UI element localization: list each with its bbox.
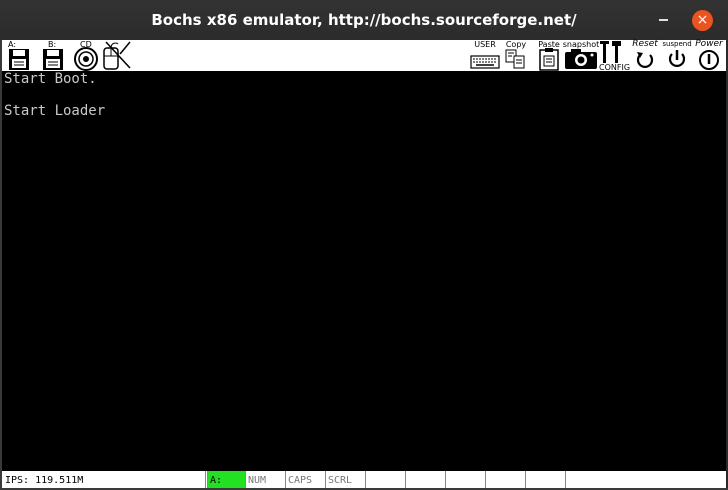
paste-button[interactable]: Paste bbox=[536, 40, 562, 71]
close-button[interactable]: × bbox=[692, 10, 713, 31]
status-cell-empty bbox=[485, 471, 525, 488]
snapshot-button[interactable]: snapshot bbox=[562, 40, 600, 71]
copy-icon bbox=[505, 49, 525, 69]
paste-icon bbox=[539, 48, 559, 71]
mouse-icon bbox=[103, 41, 131, 70]
floppy-a-button[interactable]: A: bbox=[6, 40, 32, 71]
console-line-3: Start Loader bbox=[4, 103, 106, 119]
status-cell-empty bbox=[365, 471, 405, 488]
bochs-toolbar: A: B: CD USER Copy Paste snapshot CONFIG… bbox=[2, 40, 726, 72]
minimize-button[interactable] bbox=[659, 19, 668, 21]
cdrom-icon bbox=[74, 47, 98, 71]
floppy-b-button[interactable]: B: bbox=[40, 40, 66, 71]
reset-icon bbox=[636, 52, 654, 68]
config-button[interactable]: CONFIG bbox=[599, 40, 630, 72]
power-icon bbox=[699, 50, 719, 70]
camera-icon bbox=[565, 49, 597, 69]
floppy-a-icon bbox=[9, 49, 29, 70]
user-keyboard-button[interactable]: USER bbox=[470, 40, 500, 71]
floppy-a-indicator: A: bbox=[207, 471, 245, 488]
caps-lock-indicator: CAPS bbox=[285, 471, 325, 488]
copy-button[interactable]: Copy bbox=[503, 40, 529, 71]
mouse-button[interactable] bbox=[100, 40, 134, 71]
status-cell-empty bbox=[525, 471, 565, 488]
window-title: Bochs x86 emulator, http://bochs.sourcef… bbox=[151, 11, 577, 29]
status-cell-empty bbox=[565, 471, 726, 488]
title-bar[interactable]: Bochs x86 emulator, http://bochs.sourcef… bbox=[0, 0, 728, 40]
status-cell-empty bbox=[405, 471, 445, 488]
keyboard-icon bbox=[470, 55, 500, 69]
power-button[interactable]: Power bbox=[693, 40, 725, 71]
ips-readout: IPS: 119.511M bbox=[5, 475, 84, 486]
suspend-icon bbox=[668, 50, 686, 67]
status-bar: IPS: 119.511M A: NUM CAPS SCRL bbox=[2, 471, 726, 488]
scroll-lock-indicator: SCRL bbox=[325, 471, 365, 488]
console-line-1: Start Boot. bbox=[4, 71, 97, 87]
floppy-b-icon bbox=[43, 49, 63, 70]
emulator-display[interactable]: Start Boot. Start Loader bbox=[2, 71, 726, 471]
reset-button[interactable]: Reset bbox=[629, 40, 661, 71]
num-lock-indicator: NUM bbox=[245, 471, 285, 488]
suspend-button[interactable]: suspend bbox=[661, 40, 693, 71]
status-cell-empty bbox=[445, 471, 485, 488]
cdrom-button[interactable]: CD bbox=[72, 40, 100, 71]
